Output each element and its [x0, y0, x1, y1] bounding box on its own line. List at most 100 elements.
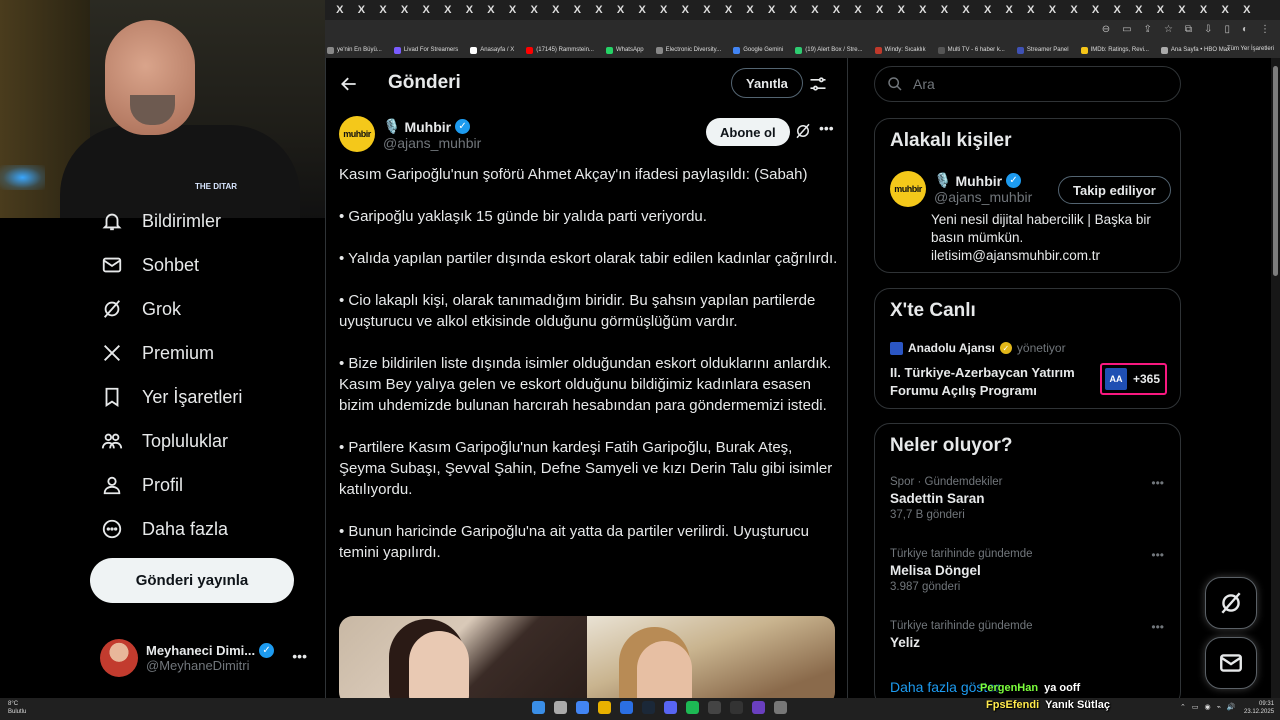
bookmark-item[interactable]: Google Gemini	[733, 46, 783, 54]
search-icon[interactable]	[554, 701, 567, 714]
share-icon[interactable]: ⇪	[1144, 24, 1152, 35]
post-author[interactable]: muhbir 🎙️ Muhbir ✓ @ajans_muhbir	[339, 116, 481, 152]
browser-tab[interactable]: X	[567, 0, 589, 20]
star-icon[interactable]: ☆	[1164, 24, 1173, 35]
browser-tab[interactable]: X	[1063, 0, 1085, 20]
browser-tab[interactable]: X	[545, 0, 567, 20]
browser-tab[interactable]: X	[998, 0, 1020, 20]
bookmark-item[interactable]: (17145) Rammstein...	[526, 46, 594, 54]
browser-tab[interactable]: X	[588, 0, 610, 20]
browser-tab[interactable]: X	[847, 0, 869, 20]
app-icon[interactable]	[774, 701, 787, 714]
browser-tab[interactable]: X	[912, 0, 934, 20]
browser-tab[interactable]: X	[1171, 0, 1193, 20]
bookmark-item[interactable]: Ana Sayfa • HBO Max	[1160, 46, 1230, 54]
browser-tab[interactable]: X	[696, 0, 718, 20]
chrome-icon[interactable]	[576, 701, 589, 714]
browser-tab[interactable]: X	[329, 0, 351, 20]
browser-tab[interactable]: X	[1020, 0, 1042, 20]
bookmark-item[interactable]: WhatsApp	[605, 46, 644, 54]
browser-tab[interactable]: X	[480, 0, 502, 20]
extensions-icon[interactable]: ⧉	[1185, 24, 1192, 35]
browser-tab[interactable]: X	[653, 0, 675, 20]
browser-tab[interactable]: X	[869, 0, 891, 20]
profile-icon[interactable]: ◐	[1242, 24, 1248, 35]
browser-tab[interactable]: X	[1214, 0, 1236, 20]
messages-fab[interactable]	[1205, 637, 1257, 689]
nav-more[interactable]: Daha fazla	[100, 516, 228, 542]
sidepanel-icon[interactable]: ▯	[1224, 24, 1230, 35]
bookmark-item[interactable]: ye'nin En Büyü...	[327, 46, 382, 54]
zoom-icon[interactable]: ⊖	[1102, 24, 1110, 35]
post-image[interactable]	[587, 616, 835, 706]
bookmark-item[interactable]: Streamer Panel	[1016, 46, 1069, 54]
folder-icon[interactable]	[598, 701, 611, 714]
bookmark-item[interactable]: Windy: Sıcaklık	[874, 46, 926, 54]
browser-tab[interactable]: X	[631, 0, 653, 20]
trend-item[interactable]: Türkiye tarihinde gündemde Yeliz •••	[890, 620, 1170, 650]
related-user[interactable]: muhbir 🎙️ Muhbir ✓ @ajans_muhbir	[890, 171, 1032, 207]
settings-sliders-icon[interactable]	[808, 74, 828, 94]
app-icon[interactable]	[620, 701, 633, 714]
browser-tab[interactable]: X	[1150, 0, 1172, 20]
search-input[interactable]: Ara	[913, 76, 935, 92]
bookmark-item[interactable]: Electronic Diversity...	[655, 46, 721, 54]
browser-tab[interactable]: X	[394, 0, 416, 20]
cast-icon[interactable]: ▭	[1122, 24, 1131, 35]
live-listeners-badge[interactable]: AA +365	[1100, 363, 1167, 395]
scrollbar[interactable]	[1271, 58, 1280, 698]
grok-icon[interactable]	[794, 122, 812, 140]
browser-tab[interactable]: X	[1042, 0, 1064, 20]
bookmark-item[interactable]: Anasayfa / X	[470, 46, 514, 54]
bookmark-item[interactable]: IMDb: Ratings, Revi...	[1080, 46, 1149, 54]
nav-grok[interactable]: Grok	[100, 296, 181, 322]
nav-profile[interactable]: Profil	[100, 472, 183, 498]
browser-tab[interactable]: X	[761, 0, 783, 20]
app-icon[interactable]	[752, 701, 765, 714]
start-icon[interactable]	[532, 701, 545, 714]
browser-tab[interactable]: X	[372, 0, 394, 20]
browser-tab[interactable]: X	[1236, 0, 1258, 20]
system-tray[interactable]: ⌃ ▭ ◉ ⌁ 🔊	[1180, 703, 1236, 711]
bookmark-item[interactable]: Livad For Streamers	[393, 46, 458, 54]
browser-tab[interactable]: X	[977, 0, 999, 20]
download-icon[interactable]: ⇩	[1204, 24, 1212, 35]
live-event-title[interactable]: II. Türkiye-Azerbaycan Yatırım Forumu Aç…	[890, 364, 1090, 400]
trend-more-icon[interactable]: •••	[1151, 548, 1164, 562]
epic-icon[interactable]	[708, 701, 721, 714]
nav-premium[interactable]: Premium	[100, 340, 214, 366]
menu-icon[interactable]: ⋮	[1260, 24, 1270, 35]
steam-icon[interactable]	[642, 701, 655, 714]
author-avatar[interactable]: muhbir	[339, 116, 375, 152]
post-button[interactable]: Gönderi yayınla	[90, 558, 294, 603]
nav-notifications[interactable]: Bildirimler	[100, 208, 221, 234]
post-media[interactable]	[339, 616, 835, 706]
subscribe-button[interactable]: Abone ol	[706, 118, 790, 146]
nav-chat[interactable]: Sohbet	[100, 252, 199, 278]
browser-tab[interactable]: X	[804, 0, 826, 20]
browser-tab[interactable]: X	[437, 0, 459, 20]
clock[interactable]: 09:31 23.12.2025	[1244, 700, 1274, 716]
reply-button[interactable]: Yanıtla	[731, 68, 803, 98]
browser-tab[interactable]: X	[782, 0, 804, 20]
browser-tab[interactable]: X	[718, 0, 740, 20]
trend-more-icon[interactable]: •••	[1151, 476, 1164, 490]
browser-tab[interactable]: X	[351, 0, 373, 20]
bookmark-item[interactable]: Multi TV - 6 haber k...	[937, 46, 1005, 54]
discord-icon[interactable]	[664, 701, 677, 714]
nav-bookmarks[interactable]: Yer İşaretleri	[100, 384, 242, 410]
app-icon[interactable]	[730, 701, 743, 714]
grok-fab[interactable]	[1205, 577, 1257, 629]
back-arrow-icon[interactable]	[339, 74, 359, 94]
browser-tab[interactable]: X	[523, 0, 545, 20]
more-icon[interactable]: •••	[292, 648, 307, 664]
trend-more-icon[interactable]: •••	[1151, 620, 1164, 634]
browser-tab[interactable]: X	[739, 0, 761, 20]
weather-widget[interactable]: 8°C Bulutlu	[8, 700, 26, 716]
browser-tab[interactable]: X	[502, 0, 524, 20]
browser-tab[interactable]: X	[459, 0, 481, 20]
nav-communities[interactable]: Topluluklar	[100, 428, 228, 454]
browser-tab[interactable]: X	[1193, 0, 1215, 20]
browser-tab[interactable]: X	[890, 0, 912, 20]
browser-tab[interactable]: X	[1128, 0, 1150, 20]
